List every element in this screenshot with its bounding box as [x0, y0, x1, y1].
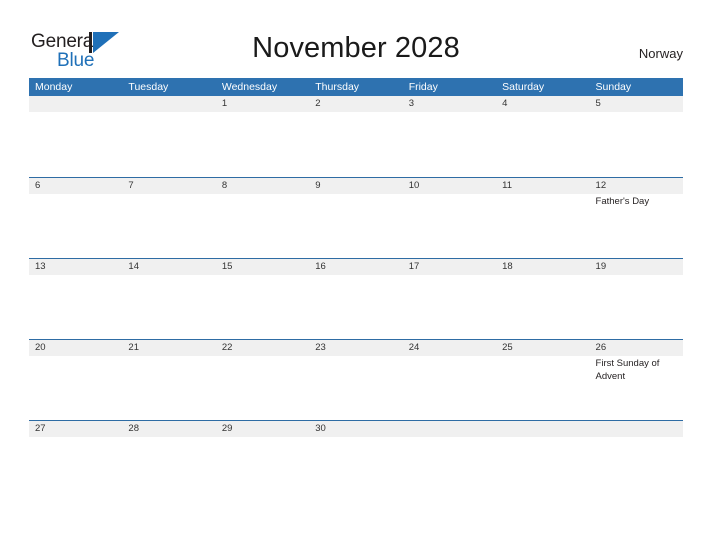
- calendar-day-cell-empty: [589, 421, 683, 501]
- calendar-day-cell[interactable]: 17: [402, 259, 497, 339]
- calendar-day-cell[interactable]: 21: [122, 340, 216, 420]
- calendar-day-cell[interactable]: 29: [215, 421, 310, 501]
- day-number: 8: [221, 180, 228, 191]
- day-number: [409, 421, 492, 437]
- calendar-week-row: 13 14 15 16 17 18 19: [29, 258, 683, 339]
- calendar-day-cell[interactable]: 16: [309, 259, 403, 339]
- day-number: 15: [221, 261, 233, 272]
- day-number: 9: [315, 180, 321, 191]
- day-number: 6: [35, 180, 41, 191]
- calendar-day-cell[interactable]: 6: [29, 178, 123, 258]
- weekday-header-tuesday: Tuesday: [128, 81, 169, 93]
- calendar-day-cell[interactable]: 30: [309, 421, 403, 501]
- day-number: 14: [128, 261, 139, 272]
- calendar-day-cell[interactable]: 18: [496, 259, 590, 339]
- calendar-day-cell[interactable]: 24: [402, 340, 497, 420]
- day-number: [35, 96, 118, 112]
- day-number: 17: [408, 261, 420, 272]
- day-number: 4: [502, 98, 508, 109]
- weekday-header-row: Monday Tuesday Wednesday Thursday Friday…: [29, 78, 683, 96]
- calendar-day-cell[interactable]: 26 First Sunday of Advent: [589, 340, 683, 420]
- weekday-header-friday: Friday: [408, 81, 438, 93]
- calendar-day-cell[interactable]: 19: [589, 259, 683, 339]
- day-number: 7: [128, 180, 134, 191]
- day-number: 13: [35, 261, 46, 272]
- day-number: [596, 421, 679, 437]
- calendar-week-row: 6 7 8 9 10 11 12 Father's Day: [29, 177, 683, 258]
- day-number: 24: [408, 342, 420, 353]
- weekday-header-wednesday: Wednesday: [221, 81, 278, 93]
- calendar-day-cell[interactable]: 25: [496, 340, 590, 420]
- day-number: 22: [221, 342, 233, 353]
- calendar-day-cell[interactable]: 3: [402, 96, 497, 177]
- calendar-day-cell-empty: [29, 96, 123, 177]
- calendar-day-cell[interactable]: 27: [29, 421, 123, 501]
- page-title: November 2028: [252, 32, 460, 64]
- weekday-header-sunday: Sunday: [595, 81, 632, 93]
- day-number: 5: [595, 98, 601, 109]
- day-number: 25: [502, 342, 513, 353]
- day-number: 12: [595, 180, 607, 191]
- calendar-day-cell[interactable]: 10: [402, 178, 497, 258]
- day-number: [502, 421, 585, 437]
- day-number: 11: [502, 180, 512, 191]
- day-number: 1: [221, 98, 228, 109]
- day-number: 23: [315, 342, 326, 353]
- calendar-weeks: 1 2 3 4 5 6 7 8 9 10 11 12 Father's Day 13 14 15 16 17 18 1…: [29, 96, 683, 501]
- day-number: 21: [128, 342, 139, 353]
- calendar-day-cell[interactable]: 22: [215, 340, 310, 420]
- calendar-day-cell[interactable]: 12 Father's Day: [589, 178, 683, 258]
- day-number: 19: [595, 261, 607, 272]
- calendar-day-cell[interactable]: 20: [29, 340, 123, 420]
- day-number: 3: [408, 98, 414, 109]
- calendar-day-cell-empty: [402, 421, 497, 501]
- calendar-page: General Blue November 2028 Norway Monday…: [0, 0, 712, 550]
- weekday-header-saturday: Saturday: [502, 81, 545, 93]
- day-number: [128, 96, 211, 112]
- calendar-day-cell-empty: [122, 96, 216, 177]
- calendar-day-cell[interactable]: 8: [215, 178, 310, 258]
- calendar-day-cell[interactable]: 28: [122, 421, 216, 501]
- day-number: 30: [315, 423, 326, 434]
- calendar-day-cell[interactable]: 1: [215, 96, 310, 177]
- calendar-day-cell[interactable]: 23: [309, 340, 403, 420]
- calendar-grid: Monday Tuesday Wednesday Thursday Friday…: [29, 78, 683, 501]
- day-number: 28: [128, 423, 139, 434]
- day-number: 26: [595, 342, 607, 353]
- weekday-header-thursday: Thursday: [315, 81, 360, 93]
- page-header: General Blue November 2028 Norway: [0, 0, 712, 78]
- day-event-label: First Sunday of Advent: [595, 358, 660, 382]
- calendar-day-cell[interactable]: 15: [215, 259, 310, 339]
- day-event-label: Father's Day: [595, 196, 650, 207]
- day-number: 27: [35, 423, 46, 434]
- calendar-day-cell[interactable]: 13: [29, 259, 123, 339]
- day-number: 16: [315, 261, 326, 272]
- day-number: 29: [221, 423, 233, 434]
- day-number: 2: [315, 98, 321, 109]
- calendar-day-cell[interactable]: 4: [496, 96, 590, 177]
- day-number: 10: [408, 180, 420, 191]
- calendar-day-cell[interactable]: 5: [589, 96, 683, 177]
- calendar-day-cell[interactable]: 2: [309, 96, 403, 177]
- country-label: Norway: [638, 46, 683, 61]
- calendar-day-cell-empty: [496, 421, 590, 501]
- calendar-week-row: 1 2 3 4 5: [29, 96, 683, 177]
- calendar-day-cell[interactable]: 7: [122, 178, 216, 258]
- day-number: 20: [35, 342, 46, 353]
- calendar-day-cell[interactable]: 9: [309, 178, 403, 258]
- day-number: 18: [502, 261, 513, 272]
- weekday-header-monday: Monday: [35, 81, 73, 93]
- calendar-week-row: 20 21 22 23 24 25 26 First Sunday of Advent: [29, 339, 683, 420]
- calendar-day-cell[interactable]: 11: [496, 178, 590, 258]
- calendar-day-cell[interactable]: 14: [122, 259, 216, 339]
- calendar-week-row: 27 28 29 30: [29, 420, 683, 501]
